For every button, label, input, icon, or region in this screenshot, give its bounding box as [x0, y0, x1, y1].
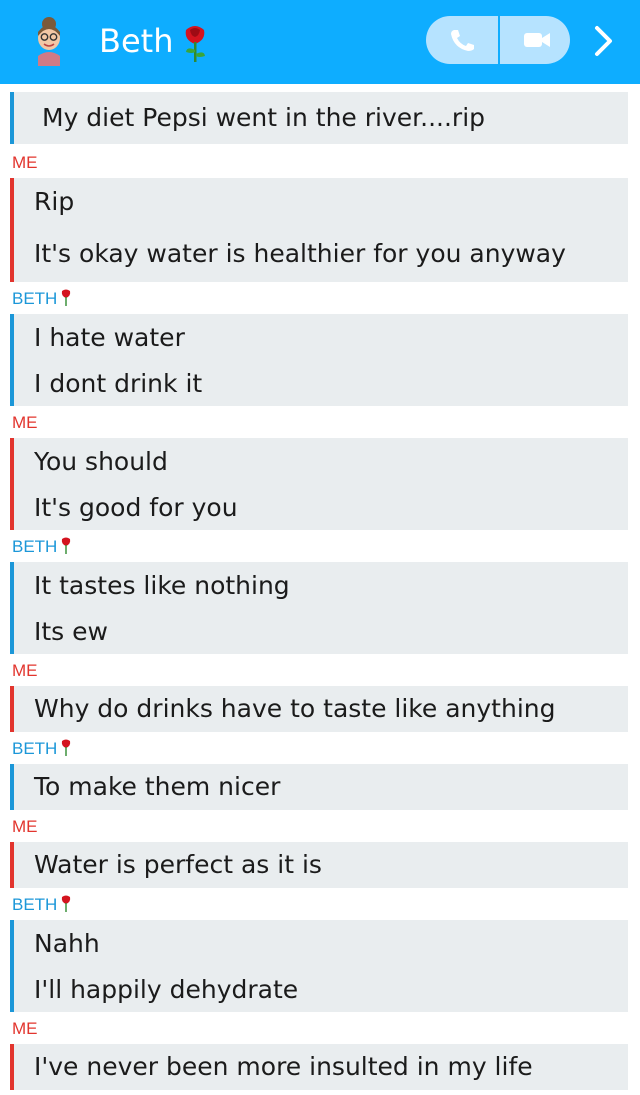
chat-message[interactable]: Water is perfect as it is [34, 849, 322, 881]
chevron-right-icon[interactable] [592, 24, 616, 58]
message-group-me: I've never been more insulted in my life [10, 1044, 628, 1090]
message-group-me: Why do drinks have to taste like anythin… [10, 686, 628, 732]
voice-call-button[interactable] [426, 16, 498, 64]
chat-message[interactable]: It's okay water is healthier for you any… [34, 238, 566, 270]
rose-emoji-icon [62, 537, 71, 554]
chat-conversation[interactable]: My diet Pepsi went in the river....rip M… [0, 84, 640, 1095]
message-group-me: Water is perfect as it is [10, 842, 628, 888]
chat-message[interactable]: I'll happily dehydrate [34, 974, 298, 1006]
call-buttons [426, 16, 570, 64]
sender-bar [10, 178, 14, 282]
rose-emoji-icon [185, 26, 205, 62]
sender-label-me: ME [12, 153, 38, 172]
sender-label-beth: BETH [12, 536, 73, 558]
sender-name: BETH [12, 537, 58, 556]
message-group-beth: Nahh I'll happily dehydrate [10, 920, 628, 1012]
sender-bar [10, 314, 14, 406]
sender-bar [10, 562, 14, 654]
rose-emoji-icon [62, 895, 71, 912]
sender-label-beth: BETH [12, 738, 73, 760]
sender-label-me: ME [12, 1019, 38, 1038]
sender-label-me: ME [12, 661, 38, 680]
sender-label-me: ME [12, 817, 38, 836]
avatar-icon[interactable] [32, 14, 66, 66]
sender-bar [10, 920, 14, 1012]
sender-bar [10, 764, 14, 810]
chat-message[interactable]: To make them nicer [34, 771, 280, 803]
rose-emoji-icon [62, 289, 71, 306]
sender-name: BETH [12, 895, 58, 914]
sender-bar [10, 92, 14, 144]
message-group-beth: To make them nicer [10, 764, 628, 810]
chat-message[interactable]: I've never been more insulted in my life [34, 1051, 533, 1083]
chat-message[interactable]: Why do drinks have to taste like anythin… [34, 693, 555, 725]
message-group-me: Rip It's okay water is healthier for you… [10, 178, 628, 282]
message-group-beth: My diet Pepsi went in the river....rip [10, 92, 628, 144]
message-group-me: You should It's good for you [10, 438, 628, 530]
sender-bar [10, 842, 14, 888]
sender-bar [10, 1044, 14, 1090]
chat-message[interactable]: Rip [34, 186, 74, 218]
video-camera-icon [524, 33, 550, 47]
message-group-beth: It tastes like nothing Its ew [10, 562, 628, 654]
sender-label-beth: BETH [12, 894, 73, 916]
sender-label-me: ME [12, 413, 38, 432]
chat-header: Beth [0, 0, 640, 84]
video-call-button[interactable] [500, 16, 572, 64]
sender-bar [10, 438, 14, 530]
chat-message[interactable]: My diet Pepsi went in the river....rip [42, 102, 485, 134]
sender-name: BETH [12, 739, 58, 758]
phone-icon [451, 30, 474, 51]
sender-bar [10, 686, 14, 732]
sender-label-beth: BETH [12, 288, 73, 310]
sender-name: BETH [12, 289, 58, 308]
chat-message[interactable]: You should [34, 446, 168, 478]
chat-message[interactable]: Its ew [34, 616, 108, 648]
message-group-beth: I hate water I dont drink it [10, 314, 628, 406]
chat-message[interactable]: Nahh [34, 928, 100, 960]
chat-message[interactable]: I dont drink it [34, 368, 202, 400]
chat-message[interactable]: I hate water [34, 322, 185, 354]
rose-emoji-icon [62, 739, 71, 756]
contact-name[interactable]: Beth [99, 20, 173, 62]
chat-message[interactable]: It's good for you [34, 492, 238, 524]
chat-message[interactable]: It tastes like nothing [34, 570, 290, 602]
